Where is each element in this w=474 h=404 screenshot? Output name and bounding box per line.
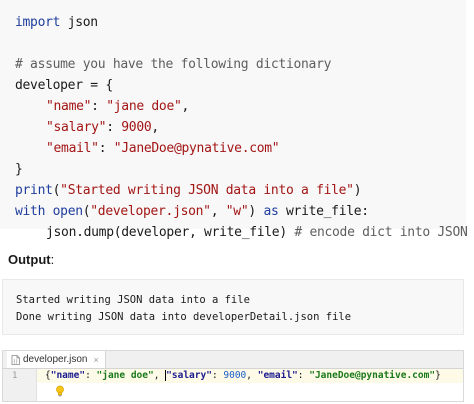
code-line-8: }: [15, 162, 23, 177]
svg-text:{}: {}: [13, 359, 19, 364]
code-line-3: # assume you have the following dictiona…: [0, 54, 466, 75]
comment: # assume you have the following dictiona…: [15, 57, 332, 72]
output-line-2: Done writing JSON data into developerDet…: [16, 311, 352, 323]
tab-label: developer.json: [23, 354, 88, 365]
output-line-1: Started writing JSON data into a file: [16, 294, 250, 306]
code-line-11: json.dump(developer, write_file) # encod…: [46, 225, 468, 240]
editor-tab-bar: {} developer.json ×: [3, 351, 463, 369]
close-icon[interactable]: ×: [94, 355, 99, 365]
code-block: import json # assume you have the follow…: [0, 0, 468, 240]
line-gutter: 1: [3, 369, 37, 401]
code-line-4: developer = {: [15, 78, 113, 93]
lightbulb-icon[interactable]: [55, 384, 65, 397]
code-line-1: import json: [15, 15, 98, 30]
code-line-9: print("Started writing JSON data into a …: [15, 183, 362, 198]
json-line: {"name": "jane doe", "salary": 9000, "em…: [45, 370, 441, 381]
code-line-2-blank: [0, 33, 466, 54]
tab-developer-json[interactable]: {} developer.json ×: [7, 351, 106, 368]
output-box: Started writing JSON data into a file Do…: [2, 279, 464, 335]
line-number: 1: [12, 371, 18, 381]
output-heading: Output:: [8, 252, 55, 267]
json-editor-panel: {} developer.json × 1 {"name": "jane doe…: [2, 350, 464, 402]
code-line-7: "email": "JaneDoe@pynative.com": [46, 141, 280, 156]
code-line-5: "name": "jane doe",: [46, 99, 190, 114]
page: import json # assume you have the follow…: [0, 0, 474, 404]
import-keyword: import: [15, 15, 61, 30]
editor-body[interactable]: 1 {"name": "jane doe", "salary": 9000, "…: [3, 369, 463, 402]
json-file-icon: {}: [11, 354, 20, 365]
code-line-6: "salary": 9000,: [46, 120, 159, 135]
code-line-10: with open("developer.json", "w") as writ…: [15, 204, 369, 219]
